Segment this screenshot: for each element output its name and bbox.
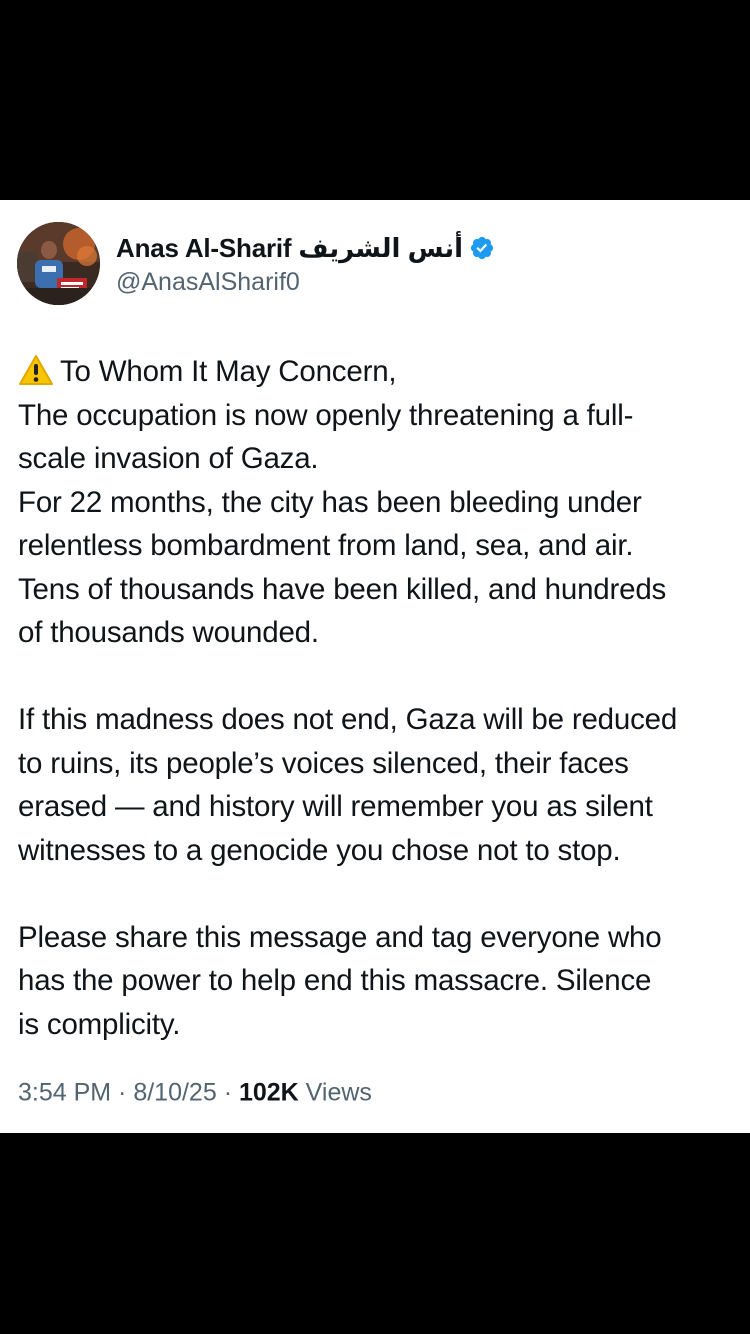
tweet-date[interactable]: 8/10/25 xyxy=(133,1079,216,1107)
avatar-photo xyxy=(17,222,100,305)
verified-badge-icon xyxy=(469,235,495,261)
avatar[interactable] xyxy=(17,222,100,305)
tweet-line: Tens of thousands have been killed, and … xyxy=(18,572,667,606)
meta-separator: · xyxy=(111,1078,134,1107)
tweet-line: scale invasion of Gaza. xyxy=(18,442,319,475)
tweet-line: relentless bombardment from land, sea, a… xyxy=(18,529,634,562)
views-label: Views xyxy=(298,1078,372,1107)
tweet-line: to ruins, its people’s voices silenced, … xyxy=(18,746,629,780)
display-name[interactable]: Anas Al-Sharif أنس الشريف xyxy=(116,233,463,264)
tweet-line: has the power to help end this massacre.… xyxy=(18,964,652,997)
tweet-card: Anas Al-Sharif أنس الشريف @AnasAlSharif0… xyxy=(0,200,750,1133)
tweet-line: erased — and history will remember you a… xyxy=(18,790,653,823)
paragraph-break xyxy=(18,872,738,916)
author-name-row[interactable]: Anas Al-Sharif أنس الشريف xyxy=(116,230,495,266)
tweet-line: If this madness does not end, Gaza will … xyxy=(18,703,678,736)
author-handle[interactable]: @AnasAlSharif0 xyxy=(116,268,300,297)
tweet-line: The occupation is now openly threatening… xyxy=(18,398,634,432)
bottom-letterbox xyxy=(0,1133,750,1334)
tweet-line: To Whom It May Concern, xyxy=(18,350,738,394)
tweet-line: Please share this message and tag everyo… xyxy=(18,920,662,954)
paragraph-break xyxy=(18,655,738,699)
tweet-line: For 22 months, the city has been bleedin… xyxy=(18,485,642,519)
tweet-line: of thousands wounded. xyxy=(18,616,319,649)
tweet-meta: 3:54 PM · 8/10/25 · 102K Views xyxy=(18,1079,372,1108)
tweet-line: is complicity. xyxy=(18,1007,181,1041)
tweet-text: To Whom It May Concern, The occupation i… xyxy=(18,350,738,1046)
meta-separator: · xyxy=(216,1078,239,1107)
tweet-line: witnesses to a genocide you chose not to… xyxy=(18,833,621,867)
top-letterbox xyxy=(0,0,750,200)
tweet-line-text: To Whom It May Concern, xyxy=(60,355,397,388)
views-count[interactable]: 102K xyxy=(239,1079,299,1107)
warning-icon xyxy=(18,354,54,386)
tweet-time[interactable]: 3:54 PM xyxy=(18,1079,111,1107)
